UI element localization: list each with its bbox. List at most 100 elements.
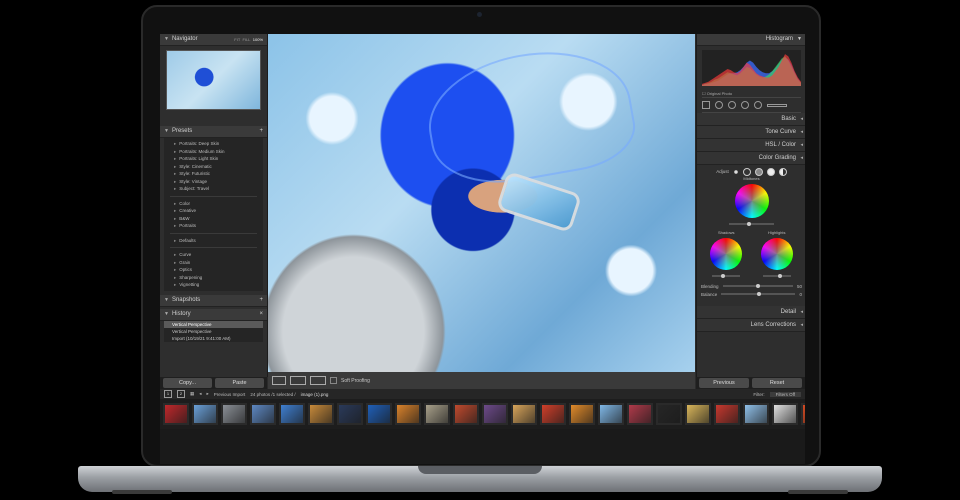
back-arrow-icon[interactable]: ◂ (199, 391, 201, 397)
midtones-mode-icon[interactable] (754, 167, 763, 176)
three-way-icon[interactable] (732, 168, 739, 175)
detail-section-header[interactable]: Detail (697, 306, 805, 319)
histogram-header[interactable]: Histogram ▼ (697, 34, 805, 46)
blending-slider[interactable] (722, 283, 793, 288)
filmstrip-thumbnail[interactable] (453, 403, 479, 425)
tone-curve-section-header[interactable]: Tone Curve (697, 126, 805, 139)
preset-item[interactable]: Portraits: Deep Skin (164, 140, 263, 148)
snapshots-header[interactable]: ▼ Snapshots + (160, 294, 267, 307)
grid-icon[interactable]: ▦ (190, 391, 194, 397)
preset-item[interactable]: Portraits: Medium Skin (164, 148, 263, 156)
preset-effect[interactable]: Grain (164, 259, 263, 267)
preset-group[interactable]: Portraits (164, 222, 263, 230)
filmstrip-thumbnail[interactable] (424, 403, 450, 425)
source-label[interactable]: Previous Import (214, 392, 246, 397)
crop-tool-icon[interactable] (702, 101, 710, 109)
filmstrip-thumbnail[interactable] (221, 403, 247, 425)
balance-slider[interactable] (721, 291, 796, 296)
global-mode-icon[interactable] (778, 167, 787, 176)
soft-proofing-checkbox[interactable] (330, 377, 337, 384)
preset-effect[interactable]: Vignetting (164, 281, 263, 289)
filmstrip-thumbnail[interactable] (772, 403, 798, 425)
redeye-tool-icon[interactable] (728, 101, 736, 109)
preset-item[interactable]: Style: Futuristic (164, 170, 263, 178)
highlights-mode-icon[interactable] (766, 167, 775, 176)
reset-button[interactable]: Reset (752, 378, 802, 388)
healing-tool-icon[interactable] (715, 101, 723, 109)
presets-header[interactable]: ▼ Presets + (160, 126, 267, 138)
filter-dropdown[interactable]: Filters Off (769, 391, 801, 397)
basic-section-header[interactable]: Basic (697, 113, 805, 126)
filmstrip-thumbnail[interactable] (337, 403, 363, 425)
zoom-100[interactable]: 100% (253, 37, 263, 42)
preset-item[interactable]: Subject: Travel (164, 185, 263, 193)
midtones-luminance-slider[interactable] (729, 221, 774, 226)
selected-filename[interactable]: image (1).png (301, 392, 329, 397)
add-snapshot-icon[interactable]: + (259, 295, 263, 306)
filmstrip-thumbnail[interactable] (685, 403, 711, 425)
masking-tool-icon[interactable] (741, 101, 749, 109)
preset-effect[interactable]: Curve (164, 251, 263, 259)
previous-button[interactable]: Previous (699, 378, 749, 388)
preset-group-defaults[interactable]: Defaults (164, 237, 263, 245)
preset-item[interactable]: Style: Cinematic (164, 163, 263, 171)
filmstrip-thumbnail[interactable] (308, 403, 334, 425)
filmstrip-thumbnail[interactable] (192, 403, 218, 425)
filmstrip-thumbnail[interactable] (482, 403, 508, 425)
shadows-mode-icon[interactable] (742, 167, 751, 176)
filmstrip-thumbnail[interactable] (279, 403, 305, 425)
filmstrip-thumbnail[interactable] (656, 403, 682, 425)
preset-item[interactable]: Portraits: Light Skin (164, 155, 263, 163)
monitor-1-button[interactable]: 1 (164, 390, 172, 398)
hsl-color-section-header[interactable]: HSL / Color (697, 139, 805, 152)
history-item[interactable]: Vertical Perspective (164, 320, 263, 328)
filmstrip-thumbnail[interactable] (511, 403, 537, 425)
copy-button[interactable]: Copy... (163, 378, 212, 388)
loupe-view-icon[interactable] (272, 376, 286, 385)
shadows-color-wheel[interactable] (710, 238, 743, 270)
compare-view-icon[interactable] (310, 376, 326, 385)
navigator-header[interactable]: ▼ Navigator FIT FILL 100% (160, 34, 267, 46)
preset-effect[interactable]: Optics (164, 266, 263, 274)
filmstrip-thumbnail[interactable] (163, 403, 189, 425)
clear-history-icon[interactable]: × (259, 309, 263, 320)
zoom-fit[interactable]: FIT (234, 37, 240, 42)
navigator-preview[interactable] (166, 50, 261, 110)
radial-tool-icon[interactable] (754, 101, 762, 109)
filmstrip-thumbnail[interactable] (540, 403, 566, 425)
paste-button[interactable]: Paste (215, 378, 264, 388)
before-after-icon[interactable] (290, 376, 306, 385)
highlights-color-wheel[interactable] (760, 238, 793, 270)
add-preset-icon[interactable]: + (259, 126, 263, 137)
shadows-luminance-slider[interactable] (712, 273, 741, 278)
filmstrip-thumbnail[interactable] (569, 403, 595, 425)
preset-effect[interactable]: Sharpening (164, 274, 263, 282)
adjustment-slider-icon[interactable] (767, 103, 787, 107)
midtones-color-wheel[interactable] (734, 184, 769, 218)
preset-group[interactable]: B&W (164, 215, 263, 223)
blending-value[interactable]: 50 (797, 284, 802, 289)
filmstrip-thumbnail[interactable] (250, 403, 276, 425)
preset-group[interactable]: Color (164, 200, 263, 208)
filmstrip-thumbnail[interactable] (743, 403, 769, 425)
filmstrip-thumbnail[interactable] (714, 403, 740, 425)
history-header[interactable]: ▼ History × (160, 308, 267, 321)
preset-item[interactable]: Style: Vintage (164, 178, 263, 186)
history-item[interactable]: Import (10/19/21 9:41:00 AM) (164, 335, 263, 342)
main-photo[interactable] (268, 34, 695, 372)
history-item[interactable]: Vertical Perspective (164, 328, 263, 335)
color-grading-section-header[interactable]: Color Grading (697, 152, 805, 165)
zoom-fill[interactable]: FILL (243, 37, 251, 42)
filmstrip-thumbnail[interactable] (627, 403, 653, 425)
original-photo-checkbox[interactable]: ☐ Original Photo (697, 90, 805, 97)
lens-corrections-section-header[interactable]: Lens Corrections (697, 319, 805, 332)
filmstrip-thumbnail[interactable] (598, 403, 624, 425)
highlights-luminance-slider[interactable] (762, 273, 791, 278)
balance-value[interactable]: 0 (799, 292, 802, 297)
monitor-2-button[interactable]: 2 (177, 390, 185, 398)
forward-arrow-icon[interactable]: ▸ (207, 391, 209, 397)
filmstrip-thumbnail[interactable] (395, 403, 421, 425)
preset-group[interactable]: Creative (164, 207, 263, 215)
filmstrip-thumbnail[interactable] (801, 403, 805, 425)
filmstrip-thumbnail[interactable] (366, 403, 392, 425)
